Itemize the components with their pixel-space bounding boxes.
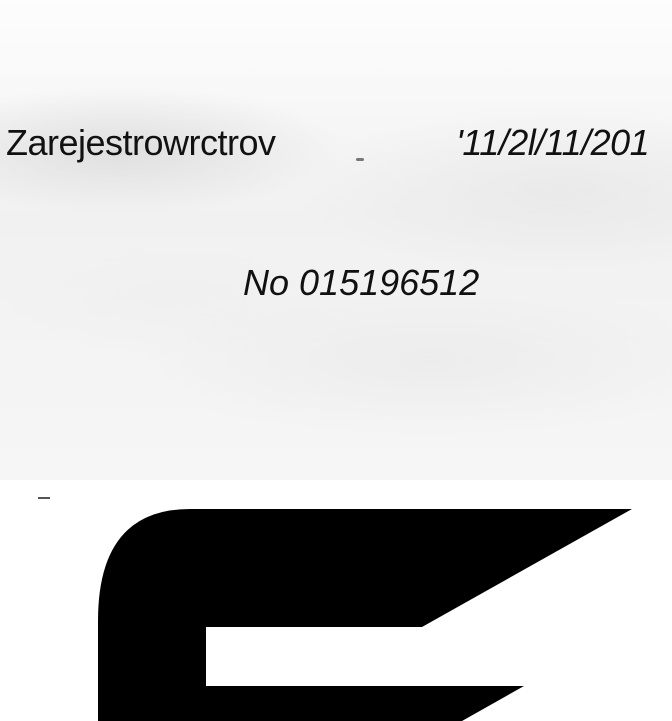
cloud-background: [0, 0, 672, 480]
speck-mark: [356, 158, 364, 161]
certificate-number: No 015196512: [243, 262, 480, 303]
registration-label: Zarejestrowrctrov: [6, 122, 276, 163]
registration-date: '11/2l/11/201: [456, 122, 650, 163]
stylized-e-logo-icon: [98, 509, 632, 721]
